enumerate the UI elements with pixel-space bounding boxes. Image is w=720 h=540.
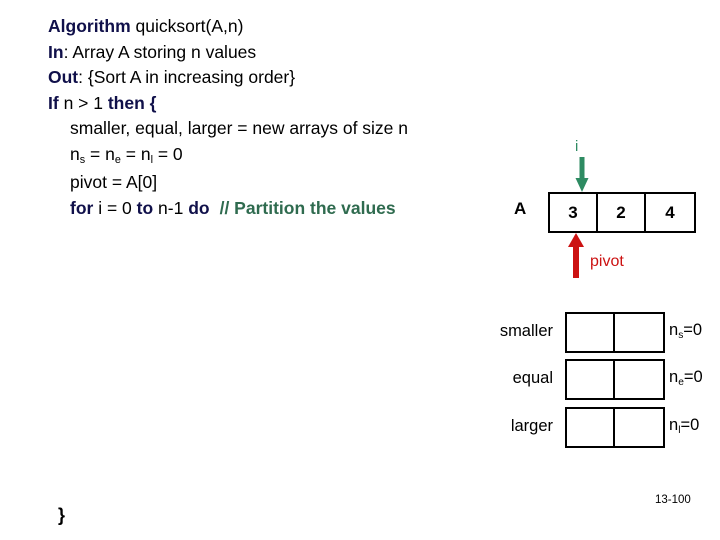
partition-cell-smaller-1 bbox=[615, 314, 663, 351]
array-row: 3 2 4 bbox=[548, 192, 696, 233]
partition-label-equal: equal bbox=[512, 369, 553, 387]
counter-var-smaller: n bbox=[669, 321, 679, 339]
out-description: : {Sort A in increasing order} bbox=[78, 67, 296, 87]
code-line-out: Out: {Sort A in increasing order} bbox=[48, 65, 518, 91]
partition-cell-equal-1 bbox=[615, 361, 663, 398]
index-arrow-down-icon bbox=[575, 157, 589, 193]
partition-boxes-larger bbox=[565, 407, 665, 448]
pivot-arrow-up-icon bbox=[567, 233, 585, 278]
array-diagram: i A 3 2 4 pivot bbox=[470, 135, 720, 280]
code-line-counter-init: ns = ne = nl = 0 bbox=[48, 142, 518, 171]
counter-sub-smaller: s bbox=[678, 330, 684, 342]
counter-ns: n bbox=[70, 143, 80, 164]
partition-label-smaller: smaller bbox=[499, 322, 553, 340]
array-cell-2: 4 bbox=[665, 202, 675, 222]
counter-sub-equal: e bbox=[678, 377, 684, 389]
counter-nl: n bbox=[140, 143, 151, 164]
counter-eq-3: = 0 bbox=[152, 143, 183, 164]
page-number: 13-100 bbox=[655, 494, 691, 506]
counter-value-equal: =0 bbox=[683, 368, 703, 386]
partition-cell-equal-0 bbox=[567, 361, 616, 398]
partition-counter-smaller: ns=0 bbox=[669, 321, 703, 342]
partition-tables: smaller ns=0 equal ne=0 larger nl=0 bbox=[450, 312, 720, 457]
counter-value-smaller: =0 bbox=[683, 321, 703, 339]
array-cell-1: 2 bbox=[598, 194, 646, 231]
counter-var-equal: n bbox=[669, 368, 679, 386]
keyword-for: for bbox=[70, 197, 94, 218]
open-brace: { bbox=[144, 92, 157, 113]
closing-brace: } bbox=[58, 505, 66, 525]
keyword-in: In bbox=[48, 41, 64, 62]
code-line-pivot-assign: pivot = A[0] bbox=[70, 172, 158, 192]
keyword-do: do bbox=[188, 197, 210, 218]
algorithm-signature: quicksort(A,n) bbox=[130, 16, 244, 36]
pivot-pointer-label: pivot bbox=[590, 253, 624, 270]
partition-label-larger: larger bbox=[510, 417, 553, 435]
array-cell-0: 3 bbox=[550, 194, 598, 231]
pseudocode-block: Algorithm quicksort(A,n) In: Array A sto… bbox=[48, 14, 518, 221]
if-condition: n > 1 bbox=[58, 92, 108, 113]
partition-boxes-equal bbox=[565, 359, 665, 400]
counter-value-larger: =0 bbox=[680, 416, 700, 434]
counter-var-larger: n bbox=[669, 416, 679, 434]
counter-ne-sub: e bbox=[114, 153, 121, 166]
partition-cell-larger-1 bbox=[615, 409, 663, 446]
counter-eq-2: = bbox=[120, 143, 141, 164]
keyword-algorithm: Algorithm bbox=[48, 16, 131, 36]
for-bound: n-1 bbox=[153, 197, 189, 218]
for-init: i = 0 bbox=[93, 197, 137, 218]
code-line-algorithm: Algorithm quicksort(A,n) bbox=[48, 14, 518, 40]
code-line-in: In: Array A storing n values bbox=[48, 40, 518, 66]
counter-nl-sub: l bbox=[150, 153, 153, 166]
code-line-for: for i = 0 to n-1 do // Partition the valu… bbox=[48, 196, 518, 222]
code-line-new-arrays: smaller, equal, larger = new arrays of s… bbox=[70, 118, 409, 138]
partition-row-larger: larger nl=0 bbox=[450, 407, 720, 448]
counter-eq-1: = bbox=[85, 143, 106, 164]
keyword-to: to bbox=[136, 197, 154, 218]
code-comment-partition: // Partition the values bbox=[219, 197, 396, 218]
keyword-out: Out bbox=[48, 67, 79, 87]
partition-cell-larger-0 bbox=[567, 409, 616, 446]
counter-ne: n bbox=[105, 143, 115, 164]
keyword-then: then bbox=[107, 92, 145, 113]
index-pointer-label: i bbox=[575, 138, 579, 155]
keyword-if: If bbox=[48, 92, 59, 113]
partition-cell-smaller-0 bbox=[567, 314, 616, 351]
partition-row-equal: equal ne=0 bbox=[450, 359, 720, 400]
partition-counter-equal: ne=0 bbox=[669, 368, 703, 389]
counter-ns-sub: s bbox=[79, 153, 86, 166]
partition-boxes-smaller bbox=[565, 312, 665, 353]
array-name-label: A bbox=[514, 199, 527, 218]
code-line-if: If n > 1 then { bbox=[48, 91, 518, 117]
partition-row-smaller: smaller ns=0 bbox=[450, 312, 720, 353]
partition-counter-larger: nl=0 bbox=[669, 416, 700, 436]
in-description: : Array A storing n values bbox=[63, 41, 257, 62]
